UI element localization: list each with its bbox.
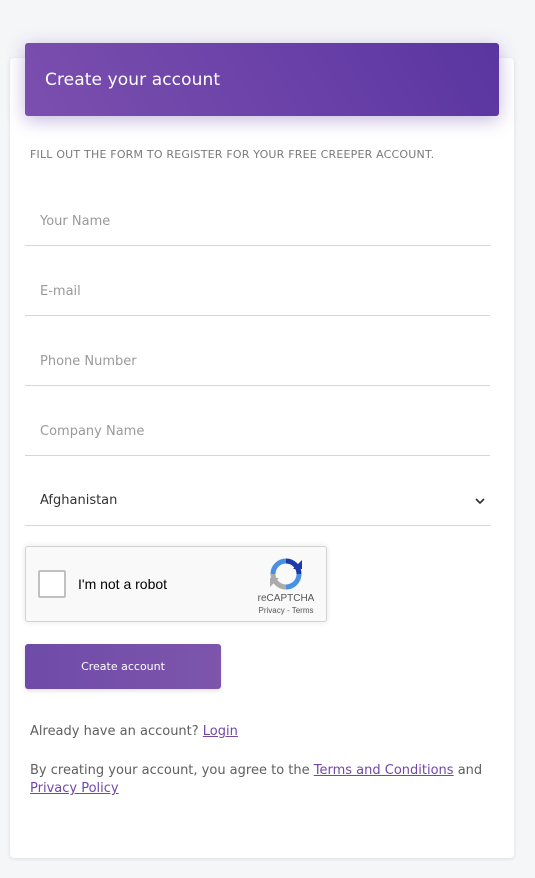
company-field-wrapper	[25, 406, 490, 456]
form-subtitle: FILL OUT THE FORM TO REGISTER FOR YOUR F…	[30, 148, 435, 161]
company-input[interactable]	[40, 406, 460, 456]
page-title: Create your account	[45, 69, 221, 90]
terms-notice: By creating your account, you agree to t…	[30, 762, 500, 798]
login-prompt-text: Already have an account?	[30, 724, 203, 739]
name-field-wrapper	[25, 196, 490, 246]
recaptcha-widget: I'm not a robot reCAPTCHA Privacy - Term…	[25, 546, 327, 622]
recaptcha-logo-icon	[270, 558, 302, 590]
recaptcha-brand: reCAPTCHA	[257, 593, 315, 604]
country-select[interactable]: Afghanistan	[25, 476, 490, 526]
terms-and-text: and	[453, 763, 483, 778]
create-account-button[interactable]: Create account	[25, 644, 221, 689]
recaptcha-privacy-link[interactable]: Privacy	[259, 606, 285, 615]
recaptcha-terms-link[interactable]: Terms	[292, 606, 314, 615]
email-field-wrapper	[25, 266, 490, 316]
recaptcha-label: I'm not a robot	[78, 576, 168, 592]
country-select-value: Afghanistan	[40, 493, 118, 508]
terms-link[interactable]: Terms and Conditions	[314, 763, 454, 778]
phone-input[interactable]	[40, 336, 460, 386]
login-prompt: Already have an account? Login	[30, 724, 238, 739]
email-input[interactable]	[40, 266, 460, 316]
recaptcha-links: Privacy - Terms	[246, 606, 326, 615]
chevron-down-icon	[475, 498, 485, 504]
phone-field-wrapper	[25, 336, 490, 386]
form-header: Create your account	[25, 43, 499, 116]
recaptcha-link-separator: -	[284, 606, 292, 615]
recaptcha-checkbox[interactable]	[38, 570, 66, 598]
name-input[interactable]	[40, 196, 460, 246]
terms-prefix-text: By creating your account, you agree to t…	[30, 763, 314, 778]
login-link[interactable]: Login	[203, 724, 238, 739]
privacy-policy-link[interactable]: Privacy Policy	[30, 781, 119, 796]
